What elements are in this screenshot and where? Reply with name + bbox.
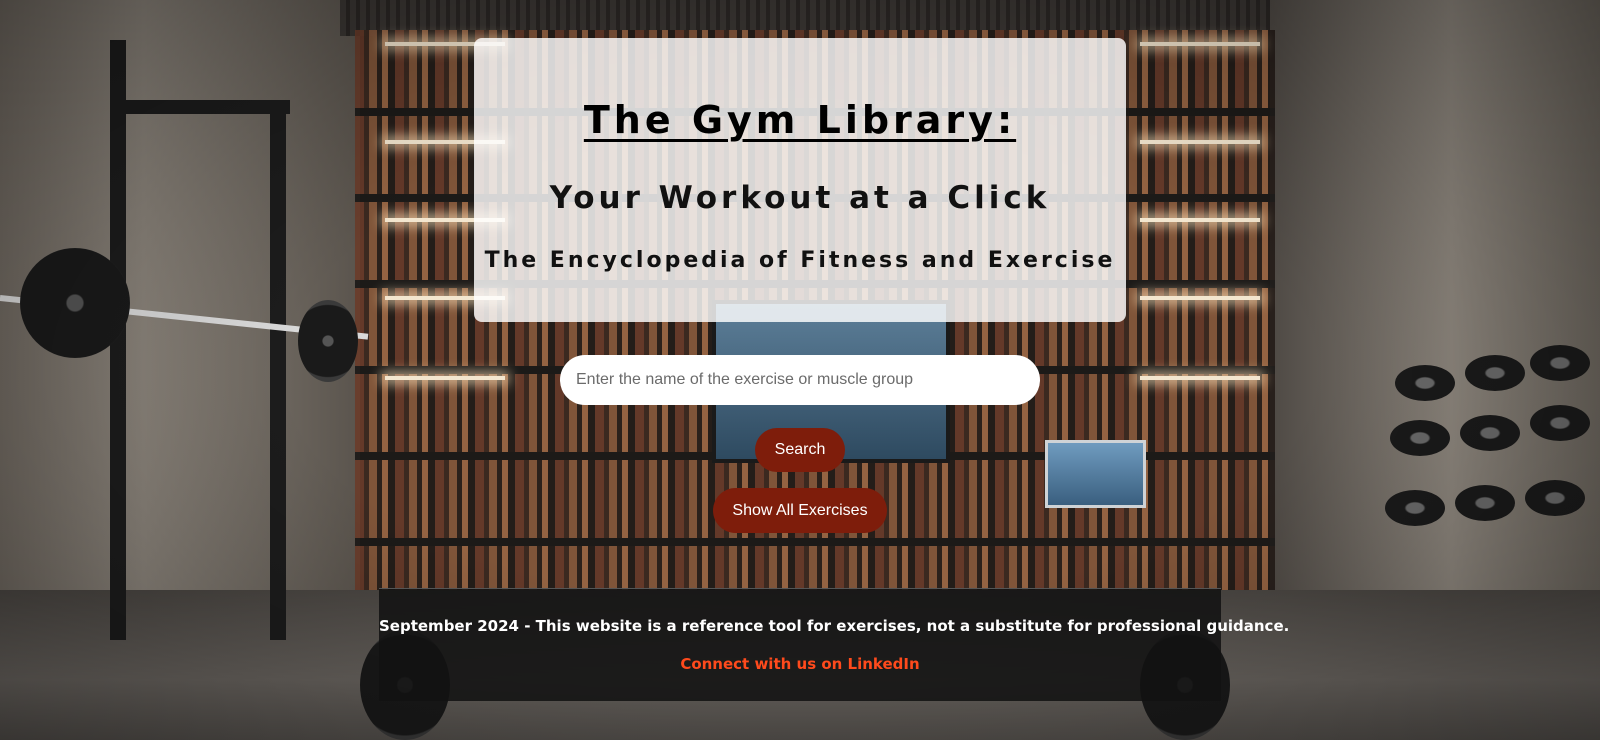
subtitle: The Encyclopedia of Fitness and Exercise xyxy=(484,248,1116,273)
search-button[interactable]: Search xyxy=(755,428,845,472)
footer-disclaimer: September 2024 - This website is a refer… xyxy=(379,617,1290,635)
site-title: The Gym Library: xyxy=(583,98,1017,142)
tagline: Your Workout at a Click xyxy=(549,180,1051,216)
footer: September 2024 - This website is a refer… xyxy=(379,588,1290,701)
linkedin-link[interactable]: Connect with us on LinkedIn xyxy=(379,655,1221,673)
show-all-exercises-button[interactable]: Show All Exercises xyxy=(713,488,887,533)
hero-card: The Gym Library: Your Workout at a Click… xyxy=(474,38,1126,322)
search-input[interactable] xyxy=(560,355,1040,405)
